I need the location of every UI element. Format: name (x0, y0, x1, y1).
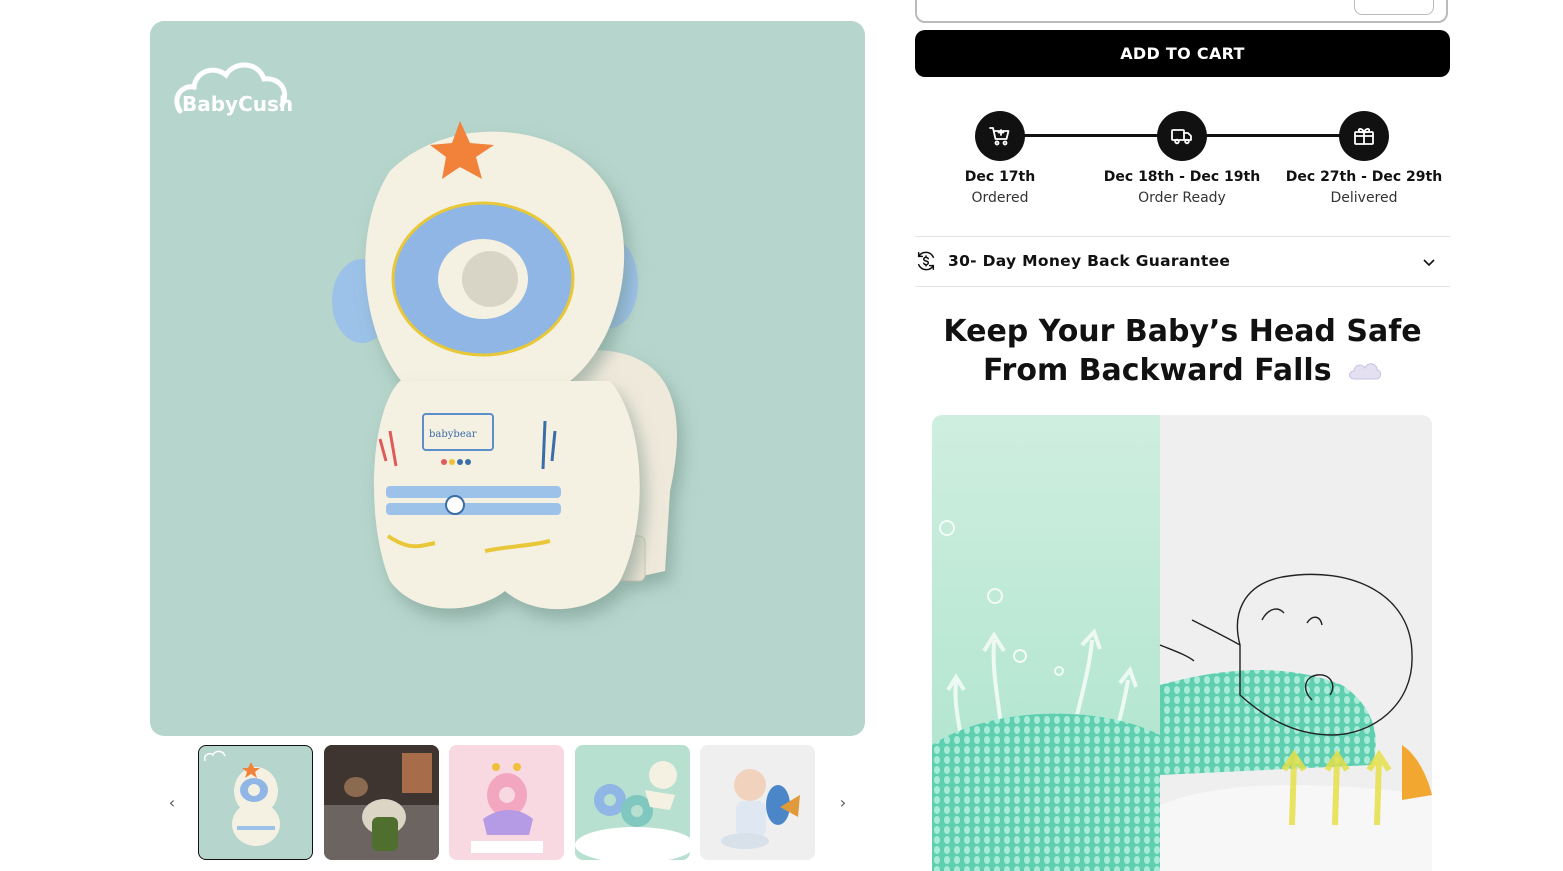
section-headline: Keep Your Baby’s Head Safe From Backward… (915, 312, 1450, 391)
timeline-date: Dec 27th - Dec 29th (1285, 169, 1443, 185)
slider-prev-arrow[interactable]: ‹ (162, 793, 182, 813)
timeline-label: Order Ready (1138, 190, 1226, 206)
divider (915, 236, 1450, 237)
money-back-guarantee-accordion[interactable]: 30- Day Money Back Guarantee (915, 240, 1450, 284)
thumbnail-bee-pillow[interactable] (449, 745, 564, 860)
thumbnail-living-room[interactable] (324, 745, 439, 860)
timeline-label: Ordered (971, 190, 1029, 206)
slider-next-arrow[interactable]: › (833, 793, 853, 813)
guarantee-label: 30- Day Money Back Guarantee (948, 252, 1231, 270)
money-back-icon (915, 250, 937, 276)
thumbnail-slider: ‹ › (150, 745, 865, 862)
shipping-timeline: Dec 17th Ordered Dec 18th - Dec 19th Ord… (915, 108, 1450, 218)
patch-text: babybear (429, 429, 477, 440)
main-product-image[interactable]: BabyCush babybear (150, 21, 865, 736)
chevron-down-icon (1422, 254, 1436, 273)
timeline-step-ordered: Dec 17th Ordered (910, 108, 1090, 206)
thumbnail-astronaut[interactable] (198, 745, 313, 860)
thumbnail-angel-pillows[interactable] (575, 745, 690, 860)
divider (915, 286, 1450, 287)
cloud-icon (1348, 352, 1382, 391)
cart-icon (975, 111, 1025, 161)
headline-line-2: From Backward Falls (982, 353, 1332, 388)
timeline-step-delivered: Dec 27th - Dec 29th Delivered (1274, 108, 1454, 206)
breathable-pillow-feature-image (932, 415, 1432, 871)
quantity-selector[interactable] (915, 0, 1448, 23)
thumbnail-baby-sitting[interactable] (700, 745, 815, 860)
timeline-label: Delivered (1330, 190, 1398, 206)
headline-line-1: Keep Your Baby’s Head Safe (943, 314, 1422, 349)
quantity-control[interactable] (1354, 0, 1434, 15)
gift-icon (1339, 111, 1389, 161)
timeline-date: Dec 18th - Dec 19th (1103, 169, 1261, 185)
timeline-step-order-ready: Dec 18th - Dec 19th Order Ready (1092, 108, 1272, 206)
astronaut-pillow-illustration: babybear (332, 121, 677, 610)
add-to-cart-button[interactable]: ADD TO CART (915, 30, 1450, 77)
timeline-date: Dec 17th (964, 169, 1036, 185)
truck-icon (1157, 111, 1207, 161)
